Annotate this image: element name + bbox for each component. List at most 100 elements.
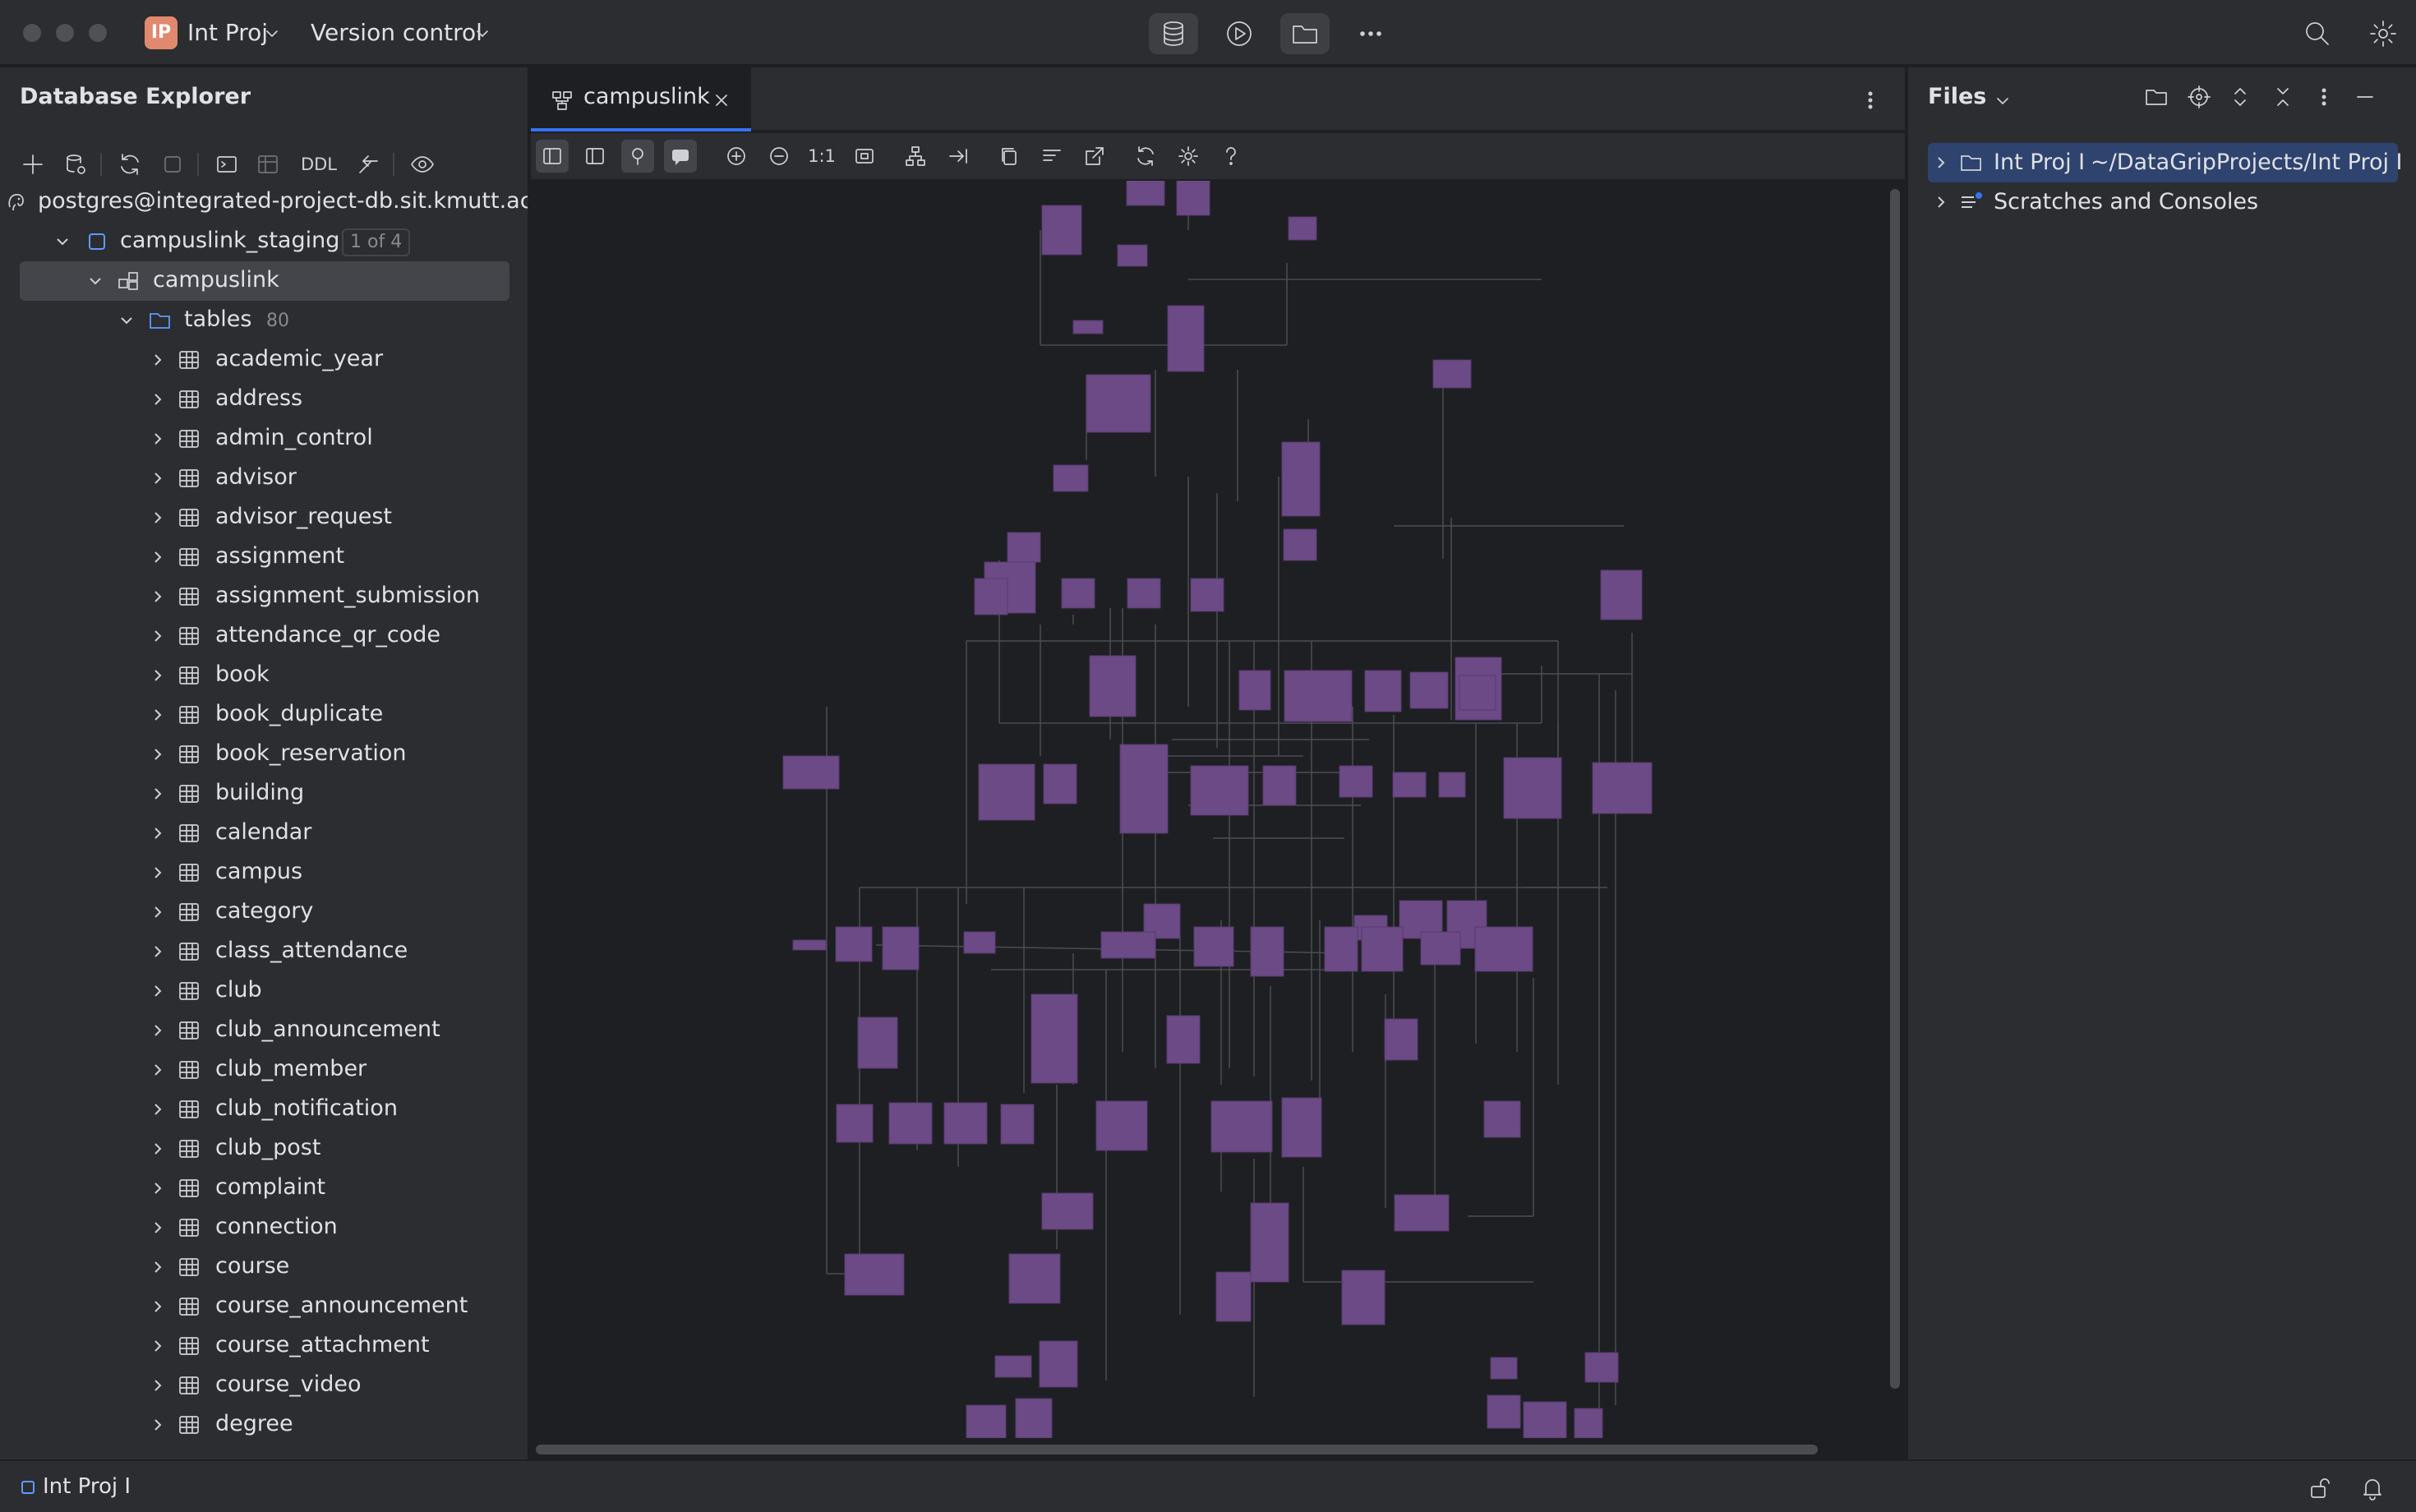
table-node[interactable] — [1392, 772, 1427, 798]
table-node[interactable] — [1250, 926, 1284, 977]
table-node[interactable] — [1438, 772, 1466, 798]
chevron-down-icon[interactable] — [265, 26, 279, 41]
chevron-right-icon[interactable] — [150, 549, 166, 565]
chevron-down-icon[interactable] — [1995, 94, 2010, 108]
table-node[interactable] — [1409, 671, 1449, 709]
chevron-right-icon[interactable] — [150, 1219, 166, 1236]
refresh-diagram-button[interactable] — [1129, 140, 1162, 173]
table-node[interactable] — [836, 1104, 874, 1143]
table-node[interactable] — [943, 1102, 988, 1145]
tree-item-table[interactable]: club — [0, 971, 528, 1011]
table-node[interactable] — [1341, 1270, 1386, 1325]
zoom-in-button[interactable] — [720, 140, 753, 173]
search-button[interactable] — [2293, 13, 2342, 54]
status-project-name[interactable]: Int Proj I — [43, 1474, 131, 1499]
table-node[interactable] — [1089, 655, 1137, 717]
table-node[interactable] — [1119, 744, 1169, 834]
chevron-down-icon[interactable] — [118, 312, 135, 329]
table-node[interactable] — [1364, 670, 1402, 712]
files-tool-button[interactable] — [1280, 13, 1330, 54]
table-node[interactable] — [1238, 670, 1271, 711]
hide-panel-button[interactable] — [2349, 81, 2381, 113]
chevron-right-icon[interactable] — [1933, 154, 1949, 171]
chevron-down-icon[interactable] — [54, 233, 71, 250]
table-node[interactable] — [1483, 1100, 1521, 1138]
add-button[interactable] — [16, 148, 49, 181]
tree-item-table[interactable]: connection — [0, 1208, 528, 1247]
table-node[interactable] — [974, 578, 1008, 615]
horizontal-scroll-thumb[interactable] — [536, 1445, 1818, 1454]
tree-item-table[interactable]: attendance_qr_code — [0, 616, 528, 656]
table-node[interactable] — [1215, 1271, 1252, 1322]
project-selector[interactable]: Int Proj — [187, 16, 268, 49]
table-node[interactable] — [1167, 305, 1205, 372]
open-folder-button[interactable] — [2140, 81, 2173, 113]
tab-campuslink[interactable]: campuslink — [531, 67, 751, 131]
tree-item-table[interactable]: complaint — [0, 1169, 528, 1208]
diagram-canvas[interactable] — [531, 181, 1885, 1438]
files-item-project[interactable]: Int Proj I ~/DataGripProjects/Int Proj I — [1908, 143, 2416, 182]
bell-icon[interactable] — [2360, 1476, 2385, 1500]
table-node[interactable] — [1061, 578, 1095, 609]
table-node[interactable] — [966, 1404, 1007, 1438]
stop-button[interactable] — [156, 148, 189, 181]
diagram-settings-button[interactable] — [1172, 140, 1205, 173]
table-node[interactable] — [1041, 1192, 1094, 1230]
close-window-button[interactable] — [23, 24, 41, 42]
lock-icon[interactable] — [2308, 1476, 2332, 1500]
chevron-right-icon[interactable] — [150, 1062, 166, 1078]
chevron-right-icon[interactable] — [150, 667, 166, 684]
collapse-all-button[interactable] — [2266, 81, 2299, 113]
table-node[interactable] — [1000, 1104, 1035, 1145]
vertical-scrollbar[interactable] — [1885, 181, 1905, 1438]
tree-item-table[interactable]: campus — [0, 853, 528, 892]
table-node[interactable] — [1490, 1357, 1518, 1380]
table-node[interactable] — [1600, 569, 1643, 620]
table-node[interactable] — [1281, 441, 1321, 517]
table-node[interactable] — [1190, 578, 1224, 612]
chevron-right-icon[interactable] — [150, 1259, 166, 1275]
table-node[interactable] — [1015, 1398, 1053, 1438]
table-node[interactable] — [1166, 1015, 1201, 1064]
tree-item-table[interactable]: address — [0, 380, 528, 419]
tree-item-schema[interactable]: campuslink — [0, 261, 528, 301]
chevron-right-icon[interactable] — [150, 509, 166, 526]
table-node[interactable] — [1008, 1253, 1061, 1304]
tree-item-table[interactable]: course — [0, 1247, 528, 1287]
chevron-down-icon[interactable] — [475, 26, 490, 41]
table-node[interactable] — [1420, 931, 1461, 966]
align-button[interactable] — [1035, 140, 1068, 173]
toggle-panel-button[interactable] — [579, 140, 611, 173]
chevron-right-icon[interactable] — [150, 746, 166, 763]
table-node[interactable] — [1288, 216, 1317, 241]
er-diagram[interactable] — [531, 181, 1885, 1438]
chevron-right-icon[interactable] — [150, 786, 166, 802]
table-node[interactable] — [1361, 926, 1404, 972]
tree-item-connection[interactable]: postgres@integrated-project-db.sit.kmutt… — [0, 182, 528, 222]
chevron-right-icon[interactable] — [150, 628, 166, 644]
comments-button[interactable] — [664, 140, 697, 173]
table-node[interactable] — [1039, 1340, 1078, 1388]
table-node[interactable] — [1284, 670, 1353, 722]
table-node[interactable] — [1523, 1401, 1567, 1438]
table-node[interactable] — [1043, 763, 1077, 804]
files-options-button[interactable] — [2308, 81, 2340, 113]
tree-item-table[interactable]: club_notification — [0, 1090, 528, 1129]
tree-item-table[interactable]: book_duplicate — [0, 695, 528, 735]
run-tool-button[interactable] — [1215, 13, 1264, 54]
tree-item-table[interactable]: category — [0, 892, 528, 932]
chevron-down-icon[interactable] — [87, 273, 104, 289]
table-node[interactable] — [835, 926, 873, 962]
table-node[interactable] — [1086, 374, 1151, 433]
route-edges-button[interactable] — [942, 140, 975, 173]
ddl-button[interactable]: DDL — [294, 148, 343, 181]
chevron-right-icon[interactable] — [150, 1377, 166, 1394]
diagram-structure-button[interactable] — [536, 140, 569, 173]
table-node[interactable] — [1030, 993, 1078, 1084]
chevron-right-icon[interactable] — [150, 983, 166, 999]
chevron-right-icon[interactable] — [150, 943, 166, 960]
table-node[interactable] — [1262, 765, 1297, 806]
export-button[interactable] — [1078, 140, 1111, 173]
close-icon[interactable] — [713, 92, 730, 108]
view-options-button[interactable] — [406, 148, 439, 181]
